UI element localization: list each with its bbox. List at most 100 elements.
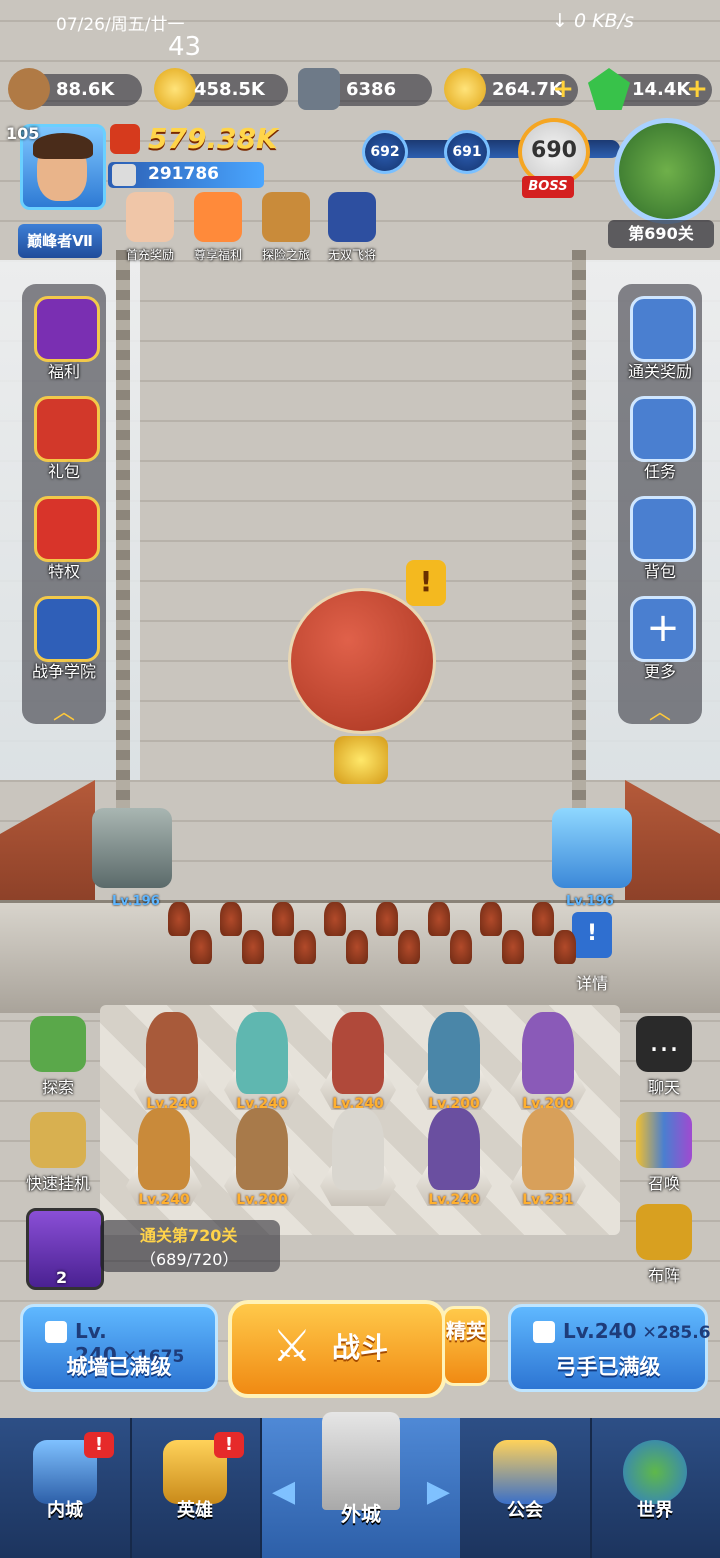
backpack-button[interactable]: 背包: [622, 492, 698, 588]
hero-slot-empty[interactable]: [318, 1108, 398, 1218]
event-unmatched-general[interactable]: 无双飞将: [322, 192, 382, 264]
button-label: 聊天: [647, 1078, 680, 1097]
archer-max-label: 弓手已满级: [555, 1355, 661, 1379]
nav-guild[interactable]: 公会: [460, 1418, 592, 1558]
hero-slot[interactable]: Lv.200: [508, 1012, 588, 1122]
right-turret[interactable]: [552, 808, 632, 888]
elite-button[interactable]: 精英: [442, 1306, 490, 1386]
chain-right: [572, 250, 586, 810]
stage-node: 692: [362, 130, 408, 174]
scroll-icon: [630, 396, 696, 462]
castle-icon: [112, 164, 136, 186]
formation-button[interactable]: 布阵: [626, 1204, 702, 1294]
world-map-button[interactable]: [614, 118, 720, 224]
nav-label: 英雄: [177, 1500, 213, 1521]
more-button[interactable]: + 更多: [622, 592, 698, 688]
gift-box-icon: [630, 296, 696, 362]
resource-value: 14.4K: [632, 79, 691, 100]
resource-wood[interactable]: 88.6K: [8, 68, 142, 110]
soldier: [242, 930, 264, 964]
nav-inner-city[interactable]: ! 内城: [0, 1418, 132, 1558]
stage-label: 第690关: [608, 220, 714, 248]
hero-slot[interactable]: Lv.240: [132, 1012, 212, 1122]
battle-button[interactable]: ⚔ 战斗: [228, 1300, 446, 1398]
war-academy-button[interactable]: 战争学院: [26, 592, 102, 688]
city-wall-button[interactable]: Lv. 240 ✕1675 城墙已满级: [20, 1304, 218, 1392]
privilege-button[interactable]: 特权: [26, 492, 102, 588]
soldier: [480, 902, 502, 936]
archer-button[interactable]: Lv.240 ✕285.6 弓手已满级: [508, 1304, 711, 1392]
soldier: [324, 902, 346, 936]
event-label: 首充奖励: [125, 248, 174, 262]
hero-slot[interactable]: Lv.240: [318, 1012, 398, 1122]
quick-idle-button[interactable]: 快速挂机: [20, 1112, 96, 1202]
resource-value: 88.6K: [56, 79, 115, 100]
soldier: [398, 930, 420, 964]
nav-outer-city[interactable]: ◀ ▶ 外城: [262, 1412, 460, 1558]
resource-gem[interactable]: 14.4K +: [588, 68, 712, 110]
chat-button[interactable]: … 聊天: [626, 1016, 702, 1106]
status-datetime: 07/26/周五/廿一: [56, 15, 185, 35]
archer-level: Lv.240: [563, 1319, 637, 1343]
explore-button[interactable]: 探索: [20, 1016, 96, 1106]
event-vip-welfare[interactable]: 尊享福利: [188, 192, 248, 264]
alert-icon[interactable]: !: [406, 560, 446, 606]
collapse-right-menu-icon[interactable]: ︿: [618, 694, 702, 726]
menu-label: 战争学院: [31, 662, 96, 681]
resource-iron[interactable]: 6386: [298, 68, 432, 110]
hourglass-icon: [30, 1112, 86, 1168]
event-label: 尊享福利: [193, 248, 242, 262]
collapse-left-menu-icon[interactable]: ︿: [22, 694, 106, 726]
castle-icon: [45, 1321, 67, 1343]
gold-basket[interactable]: [334, 736, 388, 784]
hero-figure: [428, 1012, 480, 1094]
hero-slot[interactable]: Lv.231: [508, 1108, 588, 1218]
archer-bonus: ✕285.6: [642, 1323, 711, 1343]
archer-level-row: Lv.240 ✕285.6: [563, 1319, 711, 1343]
treasure-balloon[interactable]: [288, 588, 436, 734]
resource-star-coin[interactable]: 458.5K: [154, 68, 288, 110]
event-first-recharge[interactable]: 首充奖励: [120, 192, 180, 264]
quest-button[interactable]: 任务: [622, 392, 698, 488]
wall-max-label: 城墙已满级: [66, 1355, 172, 1379]
details-button[interactable]: !: [572, 912, 612, 958]
hero-level: Lv.200: [236, 1192, 288, 1208]
chain-left: [116, 250, 130, 810]
hero-slot[interactable]: Lv.240: [414, 1108, 494, 1218]
combat-power: 579.38K: [108, 120, 278, 158]
event-expedition[interactable]: 探险之旅: [256, 192, 316, 264]
hero-slot[interactable]: Lv.240: [222, 1012, 302, 1122]
nav-world[interactable]: 世界: [590, 1418, 720, 1558]
summon-button[interactable]: 召唤: [626, 1112, 702, 1202]
bow-icon: [533, 1321, 555, 1343]
clear-reward-button[interactable]: 通关奖励: [622, 292, 698, 388]
button-label: 探索: [41, 1078, 74, 1097]
stage-node: 691: [444, 130, 490, 174]
nav-heroes[interactable]: ! 英雄: [130, 1418, 262, 1558]
hero-figure: [522, 1108, 574, 1190]
hero-slot[interactable]: Lv.200: [222, 1108, 302, 1218]
add-gold-button[interactable]: +: [552, 74, 574, 104]
menu-label: 背包: [643, 562, 676, 581]
nav-label: 世界: [637, 1500, 673, 1521]
welfare-button[interactable]: 福利: [26, 292, 102, 388]
menu-label: 特权: [47, 562, 80, 581]
button-label: 召唤: [647, 1174, 680, 1193]
soldier: [220, 902, 242, 936]
menu-label: 更多: [643, 662, 676, 681]
power-value: 579.38K: [148, 122, 278, 155]
add-gem-button[interactable]: +: [686, 74, 708, 104]
hero-slot[interactable]: Lv.200: [414, 1012, 494, 1122]
hero-level: Lv.240: [428, 1192, 480, 1208]
telescope-icon: [262, 192, 310, 242]
resource-gold[interactable]: 264.7K +: [444, 68, 578, 110]
gift-pack-button[interactable]: 礼包: [26, 392, 102, 488]
soldier: [294, 930, 316, 964]
menu-label: 任务: [643, 462, 676, 481]
hero-slot[interactable]: Lv.240: [124, 1108, 204, 1218]
hero-level: Lv.231: [522, 1192, 574, 1208]
crossed-swords-icon: [34, 596, 100, 662]
map-icon: [30, 1016, 86, 1072]
left-turret[interactable]: [92, 808, 172, 888]
crossed-swords-icon: ⚔: [272, 1321, 312, 1372]
